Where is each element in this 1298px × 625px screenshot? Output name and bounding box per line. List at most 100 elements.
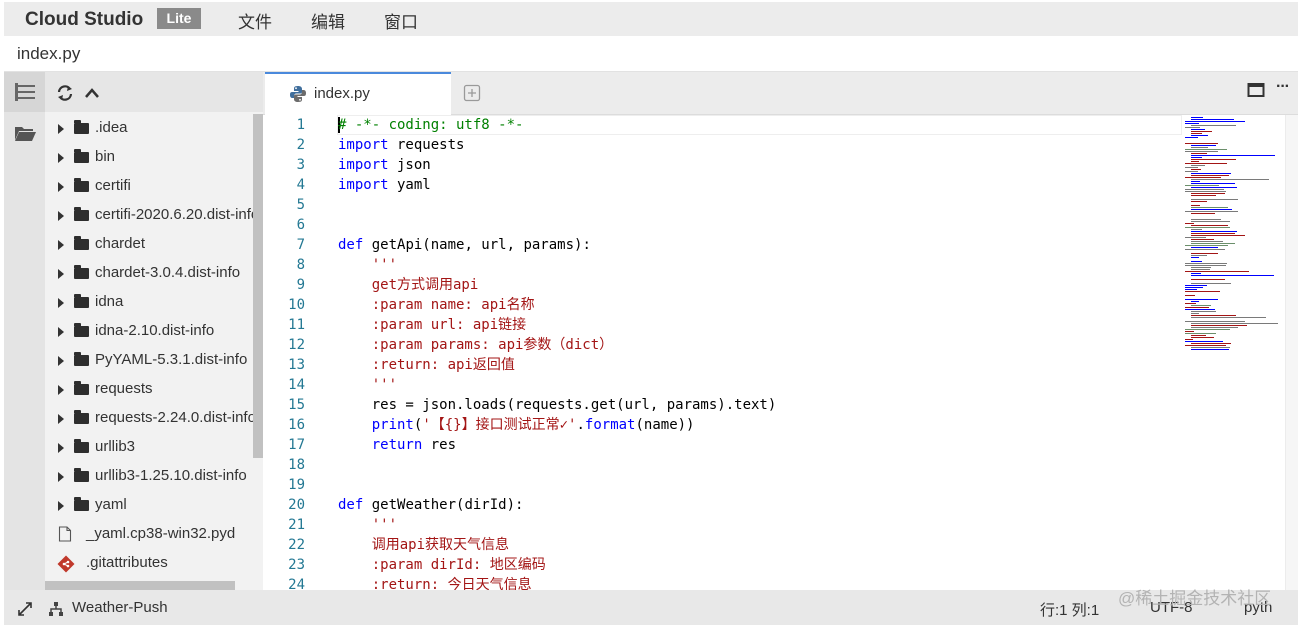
maximize-icon[interactable] <box>1247 82 1265 98</box>
chevron-right-icon[interactable] <box>58 356 64 366</box>
minimap-line <box>1191 231 1237 232</box>
minimap-line <box>1185 345 1226 346</box>
chevron-right-icon[interactable] <box>58 298 64 308</box>
minimap-line <box>1191 327 1238 328</box>
tree-item[interactable]: _yaml.cp38-win32.pyd <box>45 520 253 549</box>
tree-item-label: .gitattributes <box>86 554 168 571</box>
minimap-line <box>1191 343 1231 344</box>
tree-item[interactable]: chardet-3.0.4.dist-info <box>45 259 253 288</box>
chevron-right-icon[interactable] <box>58 443 64 453</box>
tree-item[interactable]: .gitattributes <box>45 549 253 578</box>
refresh-icon[interactable] <box>56 84 74 102</box>
tab-index-py[interactable]: index.py <box>265 72 451 115</box>
minimap-line <box>1185 185 1219 186</box>
minimap-line <box>1191 313 1199 314</box>
folder-icon <box>74 468 89 482</box>
code-line: import yaml <box>338 177 431 193</box>
minimap-line <box>1191 175 1229 176</box>
minimap-line <box>1191 193 1225 194</box>
minimap-line <box>1185 211 1238 212</box>
project-icon <box>49 602 63 616</box>
line-number: 14 <box>288 377 305 393</box>
folder-open-icon[interactable] <box>13 122 37 144</box>
collapse-icon[interactable] <box>83 85 101 101</box>
minimap-line <box>1191 349 1229 350</box>
activity-bar <box>4 72 45 590</box>
activity-explorer-active[interactable] <box>4 72 45 112</box>
minimap-line <box>1185 189 1224 190</box>
minimap-line <box>1185 291 1220 292</box>
code-line: :param url: api链接 <box>338 317 527 333</box>
chevron-right-icon[interactable] <box>58 501 64 511</box>
tree-item[interactable]: idna <box>45 288 253 317</box>
tree-item[interactable]: certifi-2020.6.20.dist-info <box>45 201 253 230</box>
minimap-line <box>1191 301 1199 302</box>
minimap-line <box>1191 155 1275 156</box>
tree-item-label: chardet <box>95 235 146 252</box>
chevron-right-icon[interactable] <box>58 124 64 134</box>
cursor-position[interactable]: 行:1 列:1 <box>1040 599 1099 620</box>
chevron-right-icon[interactable] <box>58 269 64 279</box>
project-name[interactable]: Weather-Push <box>72 599 168 616</box>
chevron-right-icon[interactable] <box>58 240 64 250</box>
menu-window[interactable]: 窗口 <box>384 8 418 33</box>
minimap-line <box>1191 229 1202 230</box>
minimap-line <box>1191 261 1202 262</box>
chevron-right-icon[interactable] <box>58 385 64 395</box>
explorer-horizontal-scrollbar[interactable] <box>45 581 235 590</box>
line-number: 10 <box>288 297 305 313</box>
tree-item[interactable]: PyYAML-5.3.1.dist-info <box>45 346 253 375</box>
breadcrumb-file[interactable]: index.py <box>17 44 80 64</box>
editor-scrollbar[interactable] <box>1285 115 1298 590</box>
chevron-right-icon[interactable] <box>58 472 64 482</box>
new-tab-icon[interactable] <box>463 84 481 102</box>
minimap-line <box>1191 125 1236 126</box>
line-number: 8 <box>296 257 305 273</box>
chevron-right-icon[interactable] <box>58 327 64 337</box>
tree-item[interactable]: requests <box>45 375 253 404</box>
tree-item[interactable]: requests-2.24.0.dist-info <box>45 404 253 433</box>
line-number: 24 <box>288 577 305 590</box>
line-number: 9 <box>296 277 305 293</box>
minimap-line <box>1191 205 1200 206</box>
minimap-line <box>1191 135 1208 136</box>
tree-item[interactable]: chardet <box>45 230 253 259</box>
minimap-line <box>1191 283 1231 284</box>
file-tree: .idea bin certifi certifi-2020.6.20.dist-in… <box>45 114 253 590</box>
minimap[interactable] <box>1183 115 1283 355</box>
tree-item[interactable]: .idea <box>45 114 253 143</box>
minimap-line <box>1191 187 1237 188</box>
code-area[interactable]: # -*- coding: utf8 -*- import requests imp… <box>263 115 1285 590</box>
line-number: 7 <box>296 237 305 253</box>
tree-item[interactable]: bin <box>45 143 253 172</box>
minimap-line <box>1185 245 1228 246</box>
minimap-line <box>1191 323 1278 324</box>
chevron-right-icon[interactable] <box>58 153 64 163</box>
minimap-line <box>1191 325 1247 326</box>
minimap-line <box>1185 333 1216 334</box>
code-line: :return: api返回值 <box>338 357 515 373</box>
minimap-line <box>1185 271 1249 272</box>
tab-bar: index.py ··· <box>263 72 1298 115</box>
chevron-right-icon[interactable] <box>58 182 64 192</box>
chevron-right-icon[interactable] <box>58 211 64 221</box>
code-line: :return: 今日天气信息 <box>338 577 532 590</box>
minimap-line <box>1191 207 1228 208</box>
folder-icon <box>74 265 89 279</box>
expand-icon[interactable] <box>17 601 33 617</box>
tree-item[interactable]: idna-2.10.dist-info <box>45 317 253 346</box>
tree-item[interactable]: yaml <box>45 491 253 520</box>
tree-item[interactable]: urllib3 <box>45 433 253 462</box>
minimap-line <box>1185 149 1227 150</box>
menu-file[interactable]: 文件 <box>238 8 272 33</box>
minimap-line <box>1191 209 1232 210</box>
chevron-right-icon[interactable] <box>58 414 64 424</box>
more-icon[interactable]: ··· <box>1276 78 1290 96</box>
folder-icon <box>74 178 89 192</box>
explorer-scrollbar[interactable] <box>253 114 263 458</box>
menu-edit[interactable]: 编辑 <box>311 8 345 33</box>
code-line: 调用api获取天气信息 <box>338 537 510 553</box>
code-line: :param params: api参数（dict） <box>338 337 614 353</box>
tree-item[interactable]: certifi <box>45 172 253 201</box>
tree-item[interactable]: urllib3-1.25.10.dist-info <box>45 462 253 491</box>
